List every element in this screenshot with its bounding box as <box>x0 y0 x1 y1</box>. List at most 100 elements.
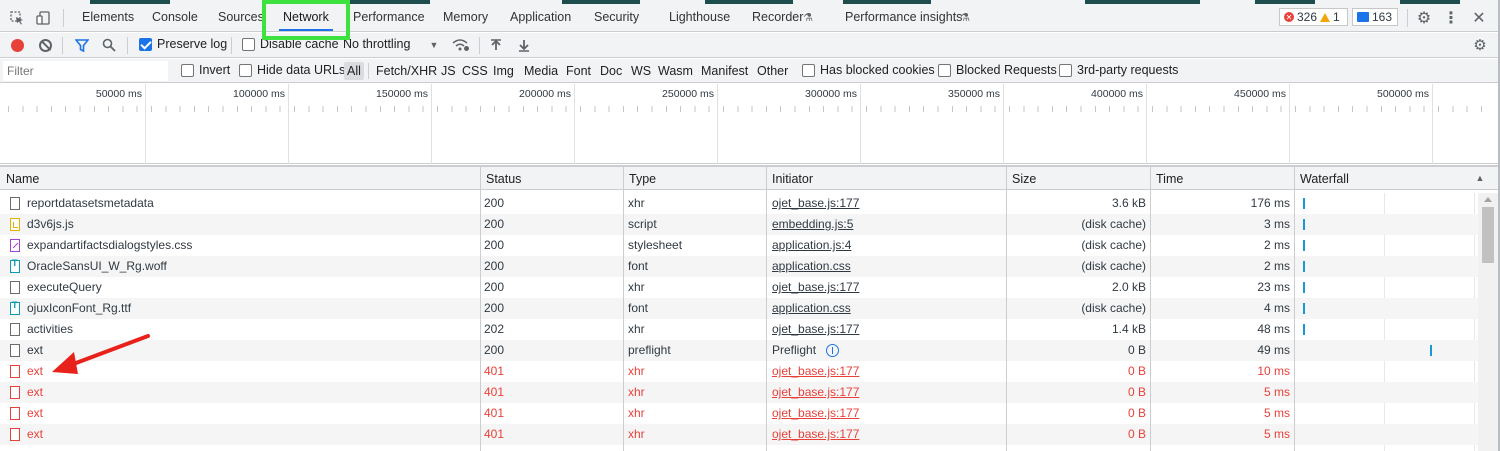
network-settings-gear-icon[interactable]: ⚙ <box>1470 36 1490 54</box>
request-name[interactable]: reportdatasetsmetadata <box>27 193 477 214</box>
column-header-waterfall[interactable]: Waterfall <box>1294 167 1349 190</box>
request-name[interactable]: ext <box>27 382 477 403</box>
tab-sources[interactable]: Sources <box>218 4 264 31</box>
request-initiator[interactable]: embedding.js:5 <box>772 214 1002 235</box>
type-filter-all[interactable]: All <box>344 62 364 80</box>
request-initiator[interactable]: ojet_base.js:177 <box>772 277 1002 298</box>
column-header-type[interactable]: Type <box>623 167 656 190</box>
table-row[interactable]: d3v6js.js 200 script embedding.js:5 (disk ca… <box>0 214 1478 235</box>
hide-data-urls-checkbox[interactable] <box>239 64 252 77</box>
table-row[interactable]: OracleSansUI_W_Rg.woff 200 font application… <box>0 256 1478 277</box>
column-header-time[interactable]: Time <box>1150 167 1183 190</box>
request-name[interactable]: executeQuery <box>27 277 477 298</box>
table-row[interactable]: executeQuery 200 xhr ojet_base.js:177 2.0 kB… <box>0 277 1478 298</box>
search-icon[interactable] <box>101 37 117 53</box>
type-filter-media[interactable]: Media <box>521 62 561 80</box>
tab-recorder[interactable]: Recorder <box>752 4 803 31</box>
type-filter-fetch-xhr[interactable]: Fetch/XHR <box>373 62 440 80</box>
device-toolbar-icon[interactable] <box>34 9 52 27</box>
third-party-requests-checkbox[interactable] <box>1059 64 1072 77</box>
request-initiator[interactable]: application.js:4 <box>772 235 1002 256</box>
table-row[interactable]: ext 200 preflight Preflight 0 B 49 ms <box>0 340 1478 361</box>
column-header-size[interactable]: Size <box>1006 167 1036 190</box>
export-har-icon[interactable] <box>516 37 532 53</box>
network-conditions-icon[interactable] <box>451 37 471 53</box>
more-options-icon[interactable]: ⋮ <box>1443 8 1459 28</box>
type-filter-other[interactable]: Other <box>754 62 791 80</box>
request-initiator[interactable]: ojet_base.js:177 <box>772 193 1002 214</box>
type-filter-doc[interactable]: Doc <box>597 62 625 80</box>
table-row[interactable]: ext 401 xhr ojet_base.js:177 0 B 10 ms <box>0 361 1478 382</box>
request-initiator[interactable]: ojet_base.js:177 <box>772 403 1002 424</box>
filter-funnel-icon[interactable] <box>74 37 90 53</box>
table-row[interactable]: ojuxIconFont_Rg.ttf 200 font application.cs… <box>0 298 1478 319</box>
request-name[interactable]: d3v6js.js <box>27 214 477 235</box>
issue-counters[interactable]: ✕ 326 1 <box>1279 8 1348 26</box>
request-initiator[interactable]: application.css <box>772 256 1002 277</box>
request-name[interactable]: ext <box>27 424 477 445</box>
document-file-icon <box>10 386 20 399</box>
tab-application[interactable]: Application <box>510 4 571 31</box>
clear-icon[interactable] <box>39 39 52 52</box>
tab-network[interactable]: Network <box>279 4 333 31</box>
timeline-overview[interactable]: 50000 ms 100000 ms 150000 ms 200000 ms 2… <box>0 84 1500 164</box>
request-initiator[interactable]: application.css <box>772 298 1002 319</box>
close-devtools-icon[interactable]: ✕ <box>1470 8 1488 28</box>
tab-console[interactable]: Console <box>152 4 198 31</box>
type-filter-js[interactable]: JS <box>438 62 459 80</box>
sort-ascending-icon[interactable]: ▲ <box>1474 171 1486 185</box>
import-har-icon[interactable] <box>488 37 504 53</box>
request-initiator[interactable]: ojet_base.js:177 <box>772 319 1002 340</box>
type-filter-css[interactable]: CSS <box>459 62 491 80</box>
column-header-initiator[interactable]: Initiator <box>766 167 813 190</box>
settings-gear-icon[interactable]: ⚙ <box>1414 8 1434 28</box>
request-initiator[interactable]: ojet_base.js:177 <box>772 424 1002 445</box>
error-count: 326 <box>1297 10 1318 24</box>
request-initiator[interactable]: ojet_base.js:177 <box>772 382 1002 403</box>
request-name[interactable]: OracleSansUI_W_Rg.woff <box>27 256 477 277</box>
tab-elements[interactable]: Elements <box>82 4 134 31</box>
type-filter-manifest[interactable]: Manifest <box>698 62 751 80</box>
type-filter-font[interactable]: Font <box>563 62 594 80</box>
table-row[interactable]: expandartifactsdialogstyles.css 200 styles… <box>0 235 1478 256</box>
has-blocked-cookies-checkbox[interactable] <box>802 64 815 77</box>
table-row[interactable]: activities 202 xhr ojet_base.js:177 1.4 kB 48… <box>0 319 1478 340</box>
throttling-select[interactable]: No throttling <box>343 37 410 51</box>
invert-checkbox[interactable] <box>181 64 194 77</box>
tab-memory[interactable]: Memory <box>443 4 488 31</box>
messages-counter[interactable]: 163 <box>1352 8 1398 26</box>
request-name[interactable]: ext <box>27 403 477 424</box>
table-row[interactable]: reportdatasetsmetadata 200 xhr ojet_base.js… <box>0 193 1478 214</box>
blocked-requests-checkbox[interactable] <box>938 64 951 77</box>
column-header-status[interactable]: Status <box>480 167 521 190</box>
request-name[interactable]: ojuxIconFont_Rg.ttf <box>27 298 477 319</box>
preflight-info-icon[interactable] <box>826 344 839 357</box>
request-name[interactable]: expandartifactsdialogstyles.css <box>27 235 477 256</box>
inspect-element-icon[interactable] <box>8 9 26 27</box>
request-status: 200 <box>484 301 505 315</box>
scroll-up-arrow-icon[interactable] <box>1484 197 1492 202</box>
tab-lighthouse[interactable]: Lighthouse <box>669 4 730 31</box>
font-file-icon <box>10 258 20 273</box>
column-header-name[interactable]: Name <box>0 167 39 190</box>
request-initiator[interactable]: Preflight <box>772 340 1002 361</box>
tab-performance-insights[interactable]: Performance insights <box>845 4 962 31</box>
request-initiator[interactable]: ojet_base.js:177 <box>772 361 1002 382</box>
scrollbar-thumb[interactable] <box>1482 207 1494 263</box>
request-size: 0 B <box>1127 406 1146 420</box>
script-file-icon <box>10 218 20 231</box>
chevron-down-icon[interactable]: ▼ <box>428 38 440 52</box>
table-row[interactable]: ext 401 xhr ojet_base.js:177 0 B 5 ms <box>0 403 1478 424</box>
filter-input[interactable] <box>3 61 168 81</box>
tab-performance[interactable]: Performance <box>353 4 425 31</box>
disable-cache-checkbox[interactable] <box>242 38 255 51</box>
preserve-log-checkbox[interactable] <box>139 38 152 51</box>
table-scrollbar[interactable] <box>1478 193 1500 451</box>
record-icon[interactable] <box>11 39 24 52</box>
table-row[interactable]: ext 401 xhr ojet_base.js:177 0 B 5 ms <box>0 424 1478 445</box>
table-row[interactable]: ext 401 xhr ojet_base.js:177 0 B 5 ms <box>0 382 1478 403</box>
type-filter-img[interactable]: Img <box>490 62 517 80</box>
type-filter-wasm[interactable]: Wasm <box>655 62 696 80</box>
type-filter-ws[interactable]: WS <box>628 62 654 80</box>
tab-security[interactable]: Security <box>594 4 639 31</box>
